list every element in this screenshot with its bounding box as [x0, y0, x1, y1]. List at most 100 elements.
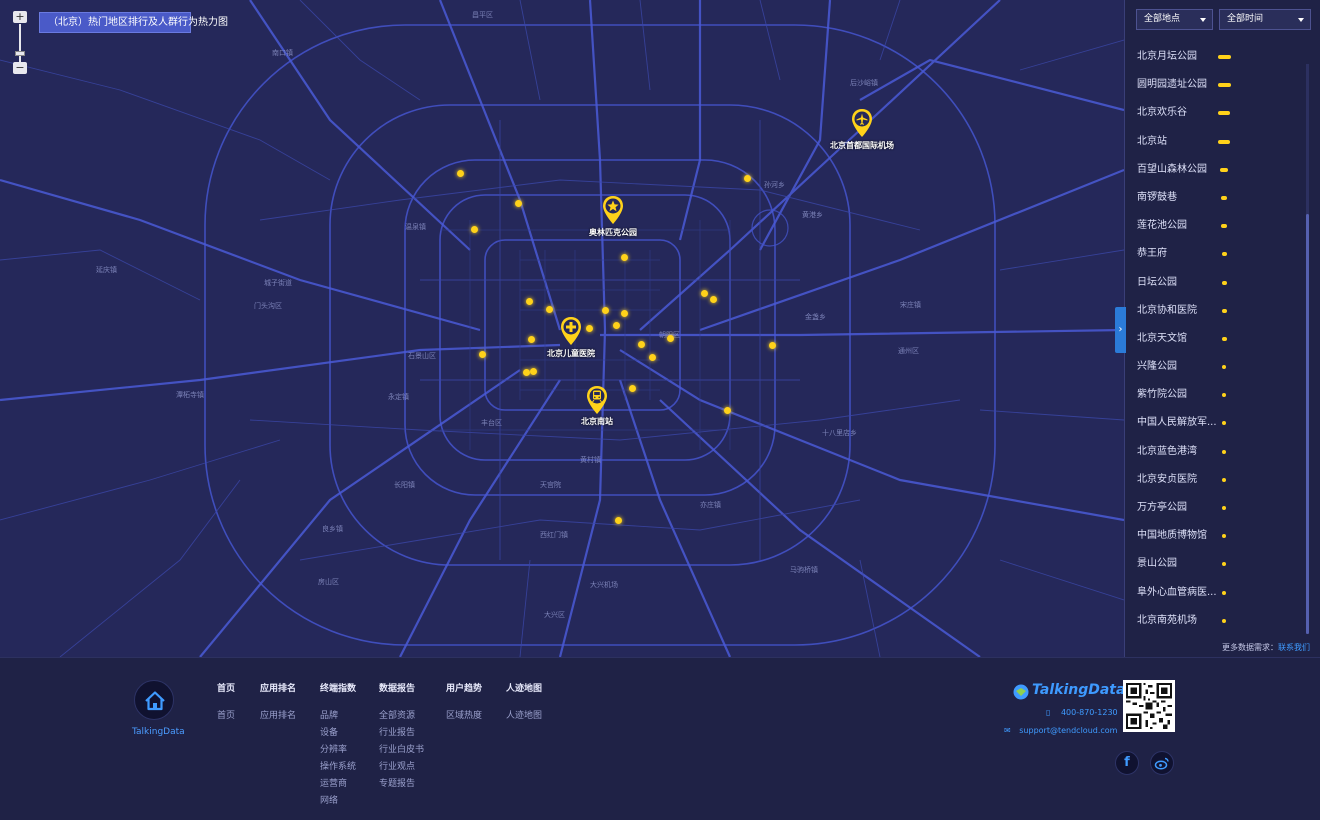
- ranking-item[interactable]: 北京月坛公园: [1125, 43, 1305, 71]
- ranking-item[interactable]: 恭王府: [1125, 240, 1305, 268]
- hotspot-dot[interactable]: [456, 169, 464, 177]
- footer-link[interactable]: 专题报告: [379, 776, 424, 793]
- footer-link[interactable]: 分辨率: [320, 742, 356, 759]
- map-title: （北京）热门地区排行及人群行为热力图: [39, 12, 228, 33]
- ranking-item[interactable]: 北京协和医院: [1125, 297, 1305, 325]
- zoom-control[interactable]: + −: [13, 11, 27, 75]
- footer-link[interactable]: 网络: [320, 793, 356, 810]
- airplane-pin[interactable]: [850, 108, 874, 138]
- footer-link[interactable]: 行业报告: [379, 725, 424, 742]
- footer-heading[interactable]: 用户趋势: [446, 681, 482, 694]
- hotspot-dot[interactable]: [648, 353, 656, 361]
- ranking-item-label: 北京站: [1137, 135, 1167, 147]
- footer-link[interactable]: 设备: [320, 725, 356, 742]
- ranking-item-bar: [1221, 224, 1227, 229]
- hotspot-dot[interactable]: [700, 289, 708, 297]
- ranking-item[interactable]: 莲花池公园: [1125, 212, 1305, 240]
- more-data-note: 更多数据需求：联系我们: [1222, 642, 1310, 653]
- zoom-slider-track[interactable]: [19, 24, 21, 62]
- heat-map[interactable]: （北京）热门地区排行及人群行为热力图 + − 石景山区 丰台区 朝阳区 门头沟区…: [0, 0, 1124, 657]
- zoom-in-button[interactable]: +: [13, 11, 27, 23]
- hotspot-dot[interactable]: [614, 516, 622, 524]
- place-label: 十八里店乡: [822, 429, 857, 437]
- hotspot-dot[interactable]: [723, 406, 731, 414]
- facebook-button[interactable]: f: [1115, 751, 1139, 775]
- ranking-item-bar: [1222, 365, 1226, 370]
- ranking-scrollbar[interactable]: [1306, 64, 1309, 634]
- star-pin[interactable]: [601, 195, 625, 225]
- hotspot-dot[interactable]: [637, 340, 645, 348]
- footer-heading[interactable]: 人迹地图: [506, 681, 542, 694]
- footer-link[interactable]: 应用排名: [260, 708, 296, 725]
- ranking-panel: › 全部地点 全部时间 北京月坛公园 圆明园遗址公园 北京欢乐谷 北京站 百望山森林公园…: [1115, 0, 1320, 657]
- ranking-item[interactable]: 兴隆公园: [1125, 353, 1305, 381]
- footer-link[interactable]: 操作系统: [320, 759, 356, 776]
- hotspot-dot[interactable]: [666, 334, 674, 342]
- footer-link[interactable]: 全部资源: [379, 708, 424, 725]
- ranking-item[interactable]: 北京欢乐谷: [1125, 99, 1305, 127]
- ranking-item[interactable]: 北京天文馆: [1125, 325, 1305, 353]
- ranking-item[interactable]: 圆明园遗址公园: [1125, 71, 1305, 99]
- ranking-item-bar: [1220, 167, 1228, 172]
- ranking-item[interactable]: 南锣鼓巷: [1125, 184, 1305, 212]
- train-pin[interactable]: [585, 385, 609, 415]
- ranking-item-label: 北京安贞医院: [1137, 473, 1197, 485]
- hotspot-dot[interactable]: [522, 368, 530, 376]
- footer-link[interactable]: 区域热度: [446, 708, 482, 725]
- hotspot-dot[interactable]: [529, 367, 537, 375]
- time-select[interactable]: 全部时间: [1219, 9, 1311, 30]
- logo-text: TalkingData: [132, 727, 185, 737]
- hotspot-dot[interactable]: [527, 335, 535, 343]
- hotspot-dot[interactable]: [514, 199, 522, 207]
- facebook-icon: f: [1124, 755, 1130, 770]
- footer-link[interactable]: 行业观点: [379, 759, 424, 776]
- hotspot-dot[interactable]: [620, 309, 628, 317]
- hotspot-dot[interactable]: [743, 174, 751, 182]
- footer-heading[interactable]: 首页: [217, 681, 235, 694]
- ranking-item[interactable]: 北京安贞医院: [1125, 466, 1305, 494]
- hotspot-dot[interactable]: [768, 341, 776, 349]
- footer-heading[interactable]: 数据报告: [379, 681, 424, 694]
- zoom-out-button[interactable]: −: [13, 62, 27, 74]
- place-label: 温泉镇: [405, 223, 426, 231]
- footer-link[interactable]: 首页: [217, 708, 235, 725]
- hotspot-dot[interactable]: [545, 305, 553, 313]
- zoom-slider-handle[interactable]: [15, 51, 25, 56]
- contact-us-link[interactable]: 联系我们: [1278, 643, 1310, 652]
- hotspot-dot[interactable]: [709, 295, 717, 303]
- ranking-item[interactable]: 百望山森林公园: [1125, 156, 1305, 184]
- ranking-item[interactable]: 万方亭公园: [1125, 494, 1305, 522]
- footer-link[interactable]: 行业白皮书: [379, 742, 424, 759]
- ranking-item[interactable]: 中国地质博物馆: [1125, 522, 1305, 550]
- ranking-item[interactable]: 中国人民解放军...: [1125, 409, 1305, 437]
- hotspot-dot[interactable]: [525, 297, 533, 305]
- ranking-item[interactable]: 阜外心血管病医...: [1125, 579, 1305, 607]
- footer-link[interactable]: 运营商: [320, 776, 356, 793]
- weibo-button[interactable]: [1150, 751, 1174, 775]
- hospital-pin[interactable]: [559, 316, 583, 346]
- location-select[interactable]: 全部地点: [1136, 9, 1213, 30]
- footer-heading[interactable]: 终端指数: [320, 681, 356, 694]
- place-label: 孙河乡: [764, 181, 785, 189]
- hotspot-dot[interactable]: [628, 384, 636, 392]
- ranking-item-bar: [1222, 618, 1226, 623]
- email-link[interactable]: support@tendcloud.com: [1019, 726, 1117, 735]
- ranking-item[interactable]: 北京蓝色港湾: [1125, 438, 1305, 466]
- footer-link[interactable]: 人迹地图: [506, 708, 542, 725]
- ranking-item[interactable]: 北京站: [1125, 128, 1305, 156]
- hotspot-dot[interactable]: [612, 321, 620, 329]
- scrollbar-thumb[interactable]: [1306, 214, 1309, 634]
- footer-link[interactable]: 品牌: [320, 708, 356, 725]
- footer-heading[interactable]: 应用排名: [260, 681, 296, 694]
- ranking-item[interactable]: 景山公园: [1125, 550, 1305, 578]
- ranking-item[interactable]: 紫竹院公园: [1125, 381, 1305, 409]
- place-label: 金盏乡: [805, 313, 826, 321]
- ranking-item[interactable]: 日坛公园: [1125, 269, 1305, 297]
- hotspot-dot[interactable]: [585, 324, 593, 332]
- hotspot-dot[interactable]: [470, 225, 478, 233]
- ranking-item[interactable]: 北京南苑机场: [1125, 607, 1305, 635]
- home-logo[interactable]: [134, 680, 174, 720]
- hotspot-dot[interactable]: [478, 350, 486, 358]
- hotspot-dot[interactable]: [601, 306, 609, 314]
- hotspot-dot[interactable]: [620, 253, 628, 261]
